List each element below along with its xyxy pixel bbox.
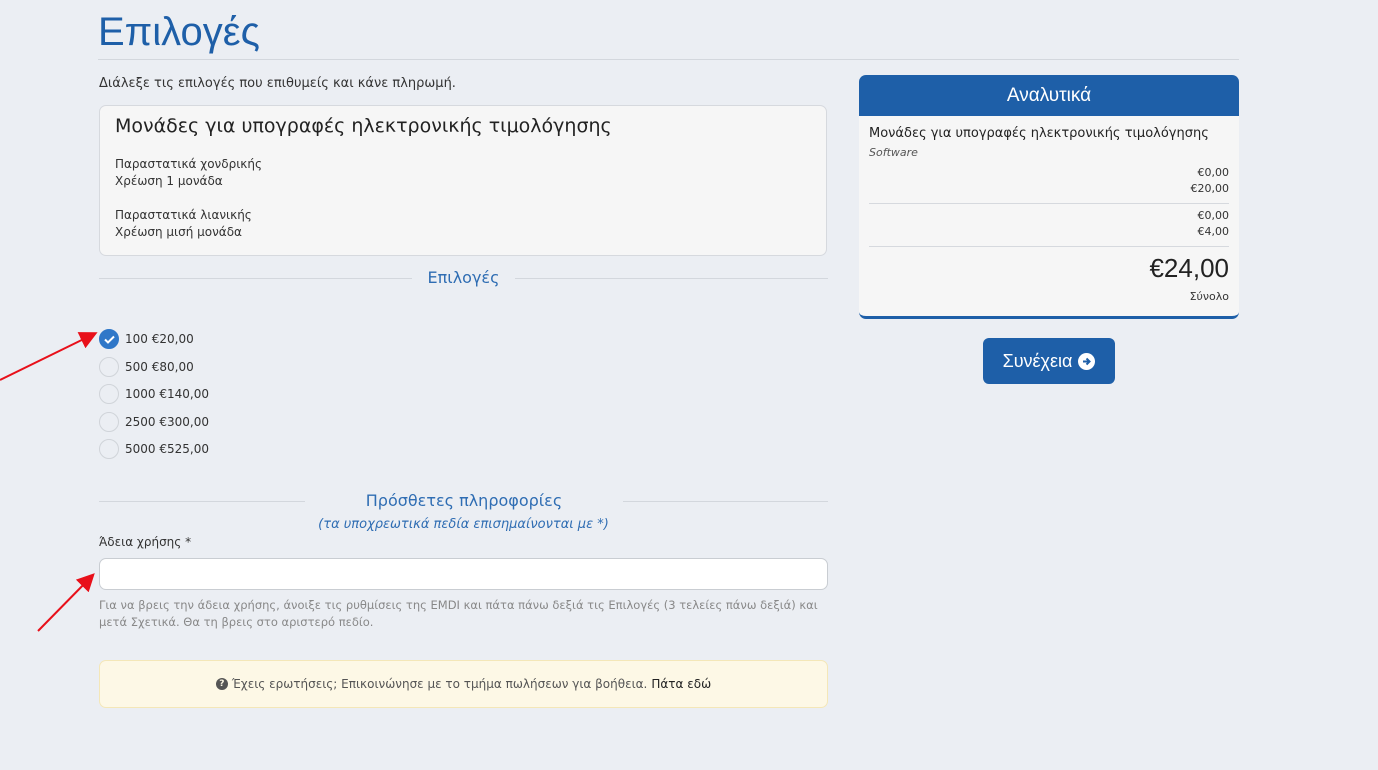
license-help-text: Για να βρεις την άδεια χρήσης, άνοιξε τι…	[99, 598, 818, 629]
summary-price: €4,00	[1197, 225, 1230, 238]
required-fields-note: (τα υποχρεωτικά πεδία επισημαίνονται με …	[318, 517, 609, 532]
option-label: 100 €20,00	[125, 332, 194, 346]
check-icon	[103, 335, 115, 344]
additional-info-title: Πρόσθετες πληροφορίες	[365, 491, 563, 510]
contact-sales-link[interactable]: Πάτα εδώ	[651, 677, 711, 691]
options-section-title: Επιλογές	[427, 268, 500, 287]
radio-checked[interactable]	[99, 329, 119, 349]
title-divider	[98, 59, 1239, 60]
product-line-wholesale: Παραστατικά χονδρικής	[115, 157, 262, 171]
annotation-arrow	[0, 332, 98, 381]
additional-divider-right	[623, 501, 828, 502]
radio-unchecked[interactable]	[99, 439, 119, 459]
summary-separator	[869, 246, 1229, 247]
summary-separator	[869, 203, 1229, 204]
additional-divider-left	[99, 501, 305, 502]
summary-category: Software	[869, 146, 918, 159]
page-title: Επιλογές	[98, 10, 260, 54]
option-label: 500 €80,00	[125, 360, 194, 374]
product-line-wholesale-charge: Χρέωση 1 μονάδα	[115, 174, 223, 188]
license-input[interactable]	[99, 558, 828, 590]
radio-unchecked[interactable]	[99, 412, 119, 432]
options-divider-left	[99, 278, 412, 279]
summary-title: Αναλυτικά	[859, 75, 1239, 116]
product-description-box: Μονάδες για υπογραφές ηλεκτρονικής τιμολ…	[99, 105, 827, 256]
options-divider-right	[515, 278, 828, 279]
annotation-arrow	[37, 573, 95, 632]
option-label: 5000 €525,00	[125, 442, 209, 456]
question-circle-icon: ?	[215, 678, 228, 690]
alert-text: Έχεις ερωτήσεις; Επικοινώνησε με το τμήμ…	[231, 677, 648, 691]
summary-total-label: Σύνολο	[1189, 290, 1229, 303]
summary-panel: Αναλυτικά Μονάδες για υπογραφές ηλεκτρον…	[859, 75, 1239, 319]
sales-help-alert: ? Έχεις ερωτήσεις; Επικοινώνησε με το τμ…	[99, 660, 828, 708]
arrow-circle-right-icon	[1078, 352, 1096, 370]
option-5000[interactable]: 5000 €525,00	[99, 437, 209, 461]
product-line-retail: Παραστατικά λιανικής	[115, 208, 252, 222]
radio-unchecked[interactable]	[99, 384, 119, 404]
continue-button[interactable]: Συνέχεια	[983, 338, 1115, 384]
option-label: 1000 €140,00	[125, 387, 209, 401]
option-500[interactable]: 500 €80,00	[99, 355, 194, 379]
radio-unchecked[interactable]	[99, 357, 119, 377]
intro-text: Διάλεξε τις επιλογές που επιθυμείς και κ…	[99, 76, 456, 91]
continue-label: Συνέχεια	[1002, 350, 1073, 371]
option-100[interactable]: 100 €20,00	[99, 327, 194, 351]
summary-price: €20,00	[1190, 182, 1230, 195]
product-name: Μονάδες για υπογραφές ηλεκτρονικής τιμολ…	[115, 115, 612, 137]
option-1000[interactable]: 1000 €140,00	[99, 382, 209, 406]
option-label: 2500 €300,00	[125, 415, 209, 429]
option-2500[interactable]: 2500 €300,00	[99, 410, 209, 434]
summary-price: €0,00	[1197, 209, 1230, 222]
summary-price: €0,00	[1197, 166, 1230, 179]
product-line-retail-charge: Χρέωση μισή μονάδα	[115, 225, 242, 239]
summary-total: €24,00	[1149, 253, 1229, 283]
summary-product-name: Μονάδες για υπογραφές ηλεκτρονικής τιμολ…	[869, 126, 1209, 141]
license-label: Άδεια χρήσης *	[99, 535, 192, 549]
